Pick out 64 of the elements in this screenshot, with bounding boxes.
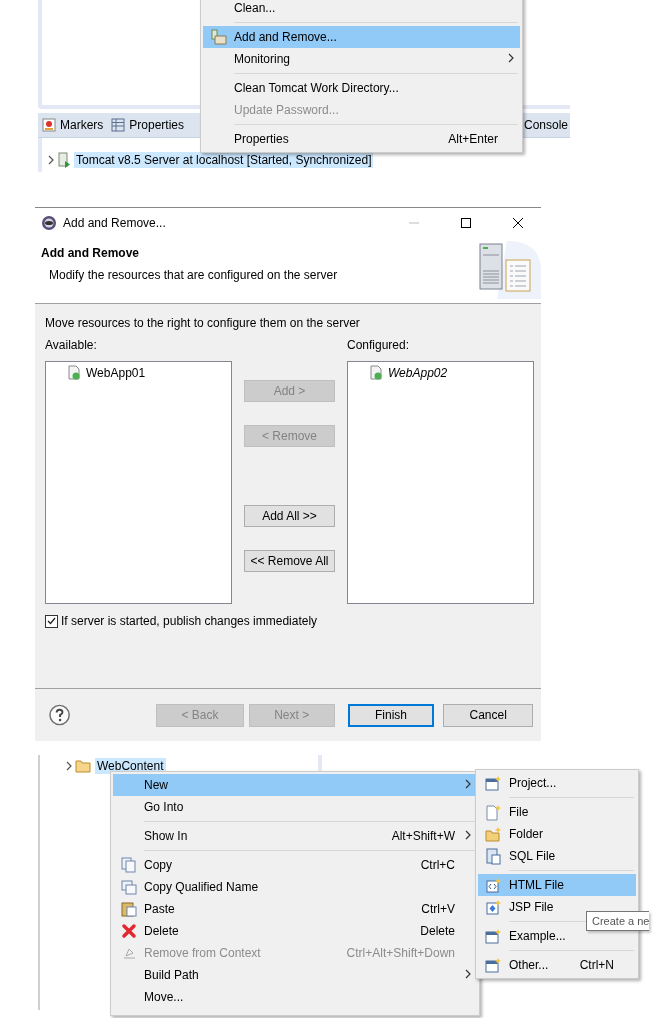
view-tab[interactable]: Properties	[111, 118, 185, 132]
list-item[interactable]: WebApp02	[388, 366, 448, 380]
folder-icon	[75, 759, 92, 773]
view-tab[interactable]: Markers	[42, 118, 104, 132]
move-button[interactable]: Add All >>	[244, 505, 335, 527]
dialog-description: Modify the resources that are configured on the server	[48, 268, 338, 282]
menu-item[interactable]: Show In Alt+Shift+W	[113, 825, 477, 847]
chevron-icon[interactable]	[48, 155, 54, 165]
menu-item[interactable]: Delete Delete	[113, 920, 477, 942]
list-label: Configured:	[347, 338, 411, 352]
checkbox-label[interactable]: If server is started, publish changes immediately	[61, 614, 318, 628]
menu-item[interactable]: HTML File	[478, 874, 636, 896]
table-icon	[111, 118, 126, 132]
diamond-file-icon	[485, 898, 502, 916]
menu-item[interactable]: Clean...	[203, 0, 520, 19]
close-icon[interactable]	[513, 217, 523, 228]
server-label[interactable]: Tomcat v8.5 Server at localhost [Started, Synchronized]	[74, 152, 374, 168]
checkbox[interactable]	[45, 614, 58, 628]
copy-icon	[120, 857, 137, 873]
dialog-heading: Add and Remove	[41, 246, 140, 260]
menu-item[interactable]: New	[113, 774, 477, 796]
maximize-icon[interactable]	[461, 217, 471, 228]
menu-item[interactable]: Add and Remove...	[203, 26, 520, 48]
menu-item[interactable]: Project...	[478, 772, 636, 794]
instruction-text: Move resources to the right to configure them on the server	[45, 316, 361, 330]
server-icon	[57, 152, 71, 168]
menu-item[interactable]: Move...	[113, 986, 477, 1008]
tree-item[interactable]: WebContent	[95, 758, 166, 774]
menu-item[interactable]: Clean Tomcat Work Directory...	[203, 77, 520, 99]
web-module-icon	[368, 365, 384, 381]
copy-icon	[120, 879, 137, 895]
new-window-icon	[485, 927, 502, 945]
view-tab[interactable]: Console	[523, 118, 568, 132]
clipboard-icon	[120, 901, 137, 917]
window-title: Add and Remove...	[63, 215, 167, 230]
chevron-icon[interactable]	[66, 761, 72, 771]
new-folder-icon	[485, 825, 502, 843]
marker-icon	[42, 118, 56, 132]
dialog-button[interactable]: Finish	[347, 703, 435, 727]
menu-item[interactable]: File	[478, 801, 636, 823]
move-button[interactable]: << Remove All	[244, 550, 335, 572]
menu-item[interactable]: Copy Ctrl+C	[113, 854, 477, 876]
list-item[interactable]: WebApp01	[86, 366, 146, 380]
menu-item[interactable]: Paste Ctrl+V	[113, 898, 477, 920]
delete-icon	[120, 923, 137, 939]
menu-item[interactable]: Properties Alt+Enter	[203, 128, 520, 150]
web-module-icon	[66, 365, 82, 381]
list-label: Available:	[45, 338, 98, 352]
menu-item[interactable]: Copy Qualified Name	[113, 876, 477, 898]
code-file-icon	[485, 876, 502, 894]
new-window-icon	[485, 774, 502, 792]
dialog-button[interactable]: Cancel	[443, 703, 533, 727]
help-icon[interactable]	[49, 704, 71, 726]
menu-item[interactable]: Other... Ctrl+N	[478, 954, 636, 976]
menu-item[interactable]: Folder	[478, 823, 636, 845]
new-file-icon	[485, 803, 502, 821]
menu-item[interactable]: Monitoring	[203, 48, 520, 70]
menu-item[interactable]: SQL File	[478, 845, 636, 867]
server-folder-icon	[210, 29, 227, 45]
database-file-icon	[485, 847, 502, 865]
new-window-icon	[485, 956, 502, 974]
menu-item[interactable]: Go Into	[113, 796, 477, 818]
tooltip: Create a ne	[586, 911, 650, 931]
menu-item[interactable]: Build Path	[113, 964, 477, 986]
